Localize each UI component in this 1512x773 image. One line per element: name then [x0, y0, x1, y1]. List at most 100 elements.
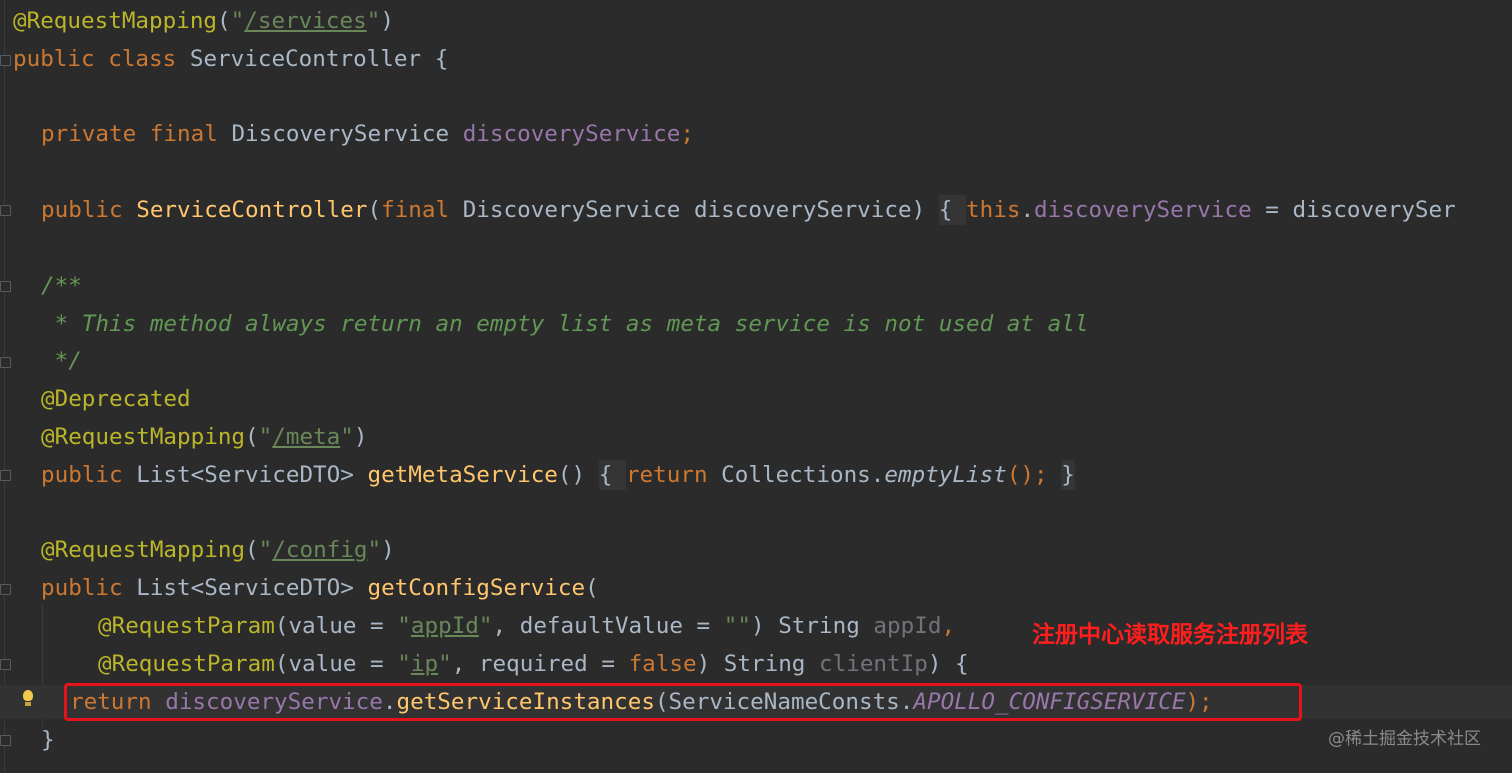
annotation-token: @RequestParam: [98, 613, 275, 639]
type-token: DiscoveryService: [231, 121, 463, 147]
string-quote: ": [230, 8, 245, 34]
code-line-4[interactable]: private final DiscoveryService discovery…: [41, 120, 694, 148]
string-quote: ": [397, 613, 411, 639]
method-name-token: getConfigService: [367, 575, 586, 601]
annotation-token: @Deprecated: [41, 386, 191, 412]
doc-comment-close: */: [41, 347, 82, 375]
string-token: "": [723, 613, 751, 639]
code-line-17[interactable]: @RequestParam(value = "appId", defaultVa…: [98, 612, 955, 640]
paren-token: ): [353, 424, 368, 450]
param-token: DiscoveryService discoveryService): [462, 197, 939, 223]
comment-text: */: [41, 348, 82, 374]
code-line-18[interactable]: @RequestParam(value = "ip", required = f…: [98, 650, 969, 678]
paren-token: (: [367, 197, 382, 223]
url-path-link[interactable]: /config: [272, 537, 367, 563]
fold-icon[interactable]: [0, 584, 11, 595]
bulb-glass: [23, 690, 33, 701]
url-path-link[interactable]: /services: [244, 8, 366, 34]
string-link[interactable]: appId: [411, 613, 479, 639]
doc-comment-body: * This method always return an empty lis…: [41, 310, 1089, 338]
fold-icon[interactable]: [0, 659, 11, 670]
paren-token: (: [245, 424, 259, 450]
type-token: ) String: [696, 651, 820, 677]
annotation-token: @RequestMapping: [13, 8, 218, 34]
comma-token: ,: [941, 613, 956, 639]
code-line-20[interactable]: }: [41, 726, 55, 754]
this-keyword-token: this: [966, 197, 1021, 223]
constructor-name-token: ServiceController: [136, 197, 368, 223]
unused-param-token: appId: [873, 613, 942, 639]
paren-token: (: [585, 575, 599, 601]
string-quote: ": [340, 424, 354, 450]
code-line-16[interactable]: public List<ServiceDTO> getConfigService…: [41, 574, 599, 602]
folded-brace[interactable]: {: [938, 195, 967, 225]
paren-token: ): [381, 537, 395, 563]
keyword-token: return: [625, 462, 722, 488]
fold-icon[interactable]: [0, 470, 11, 481]
param-token: (value =: [274, 613, 398, 639]
string-link[interactable]: ip: [411, 651, 438, 677]
keyword-token: public: [41, 462, 137, 488]
folded-brace[interactable]: }: [1061, 460, 1075, 490]
string-quote: ": [366, 8, 381, 34]
string-quote: ": [258, 424, 273, 450]
type-token: ) String: [750, 613, 874, 639]
fold-icon[interactable]: [0, 205, 11, 216]
code-line-6[interactable]: public ServiceController(final Discovery…: [41, 195, 1456, 225]
string-quote: ": [478, 613, 493, 639]
code-editor[interactable]: @RequestMapping("/services") public clas…: [0, 0, 1512, 773]
code-line-1[interactable]: @RequestMapping("/services"): [13, 7, 394, 35]
assignment-token: = discoverySer: [1251, 197, 1456, 223]
string-quote: ": [438, 651, 452, 677]
annotation-token: @RequestParam: [98, 651, 275, 677]
keyword-token: public class: [13, 46, 190, 72]
string-quote: ": [258, 537, 273, 563]
keyword-token: false: [628, 651, 697, 677]
annotation-token: @RequestMapping: [41, 537, 246, 563]
type-token: List<ServiceDTO>: [136, 462, 368, 488]
fold-icon[interactable]: [0, 735, 11, 746]
class-name-token: ServiceController {: [189, 46, 449, 72]
highlight-box: [64, 683, 1302, 721]
fold-icon[interactable]: [0, 357, 11, 368]
fold-icon[interactable]: [0, 281, 11, 292]
comment-text: /**: [41, 273, 82, 299]
keyword-token: final: [381, 197, 463, 223]
method-name-token: getMetaService: [367, 462, 558, 488]
field-token: discoveryService: [1034, 197, 1252, 223]
string-quote: ": [397, 651, 411, 677]
paren-token: (: [245, 537, 259, 563]
param-token: , defaultValue =: [492, 613, 724, 639]
url-path-link[interactable]: /meta: [272, 424, 340, 450]
param-token: (value =: [274, 651, 398, 677]
paren-token: (: [217, 8, 231, 34]
keyword-token: public: [41, 197, 137, 223]
unused-param-token: clientIp: [819, 651, 928, 677]
type-token: List<ServiceDTO>: [136, 575, 368, 601]
class-ref-token: Collections.: [721, 462, 885, 488]
paren-token: ): [380, 8, 394, 34]
intention-bulb-icon[interactable]: [21, 689, 35, 711]
static-method-token: emptyList: [884, 462, 1007, 488]
fold-icon[interactable]: [0, 55, 11, 66]
code-line-13[interactable]: public List<ServiceDTO> getMetaService ()…: [41, 460, 1075, 490]
keyword-token: public: [41, 575, 137, 601]
field-token: discoveryService: [462, 121, 681, 147]
brace-token: }: [41, 727, 55, 753]
code-line-2[interactable]: public class ServiceController {: [13, 45, 448, 73]
annotation-token: @RequestMapping: [41, 424, 246, 450]
code-line-11[interactable]: @Deprecated: [41, 385, 191, 413]
code-line-12[interactable]: @RequestMapping("/meta"): [41, 423, 368, 451]
dot-token: .: [1020, 197, 1035, 223]
paren-token: ();: [1006, 462, 1062, 488]
brace-token: ) {: [927, 651, 969, 677]
code-line-15[interactable]: @RequestMapping("/config"): [41, 536, 395, 564]
string-quote: ": [367, 537, 382, 563]
bulb-base: [25, 702, 31, 706]
comment-text: * This method always return an empty lis…: [41, 311, 1089, 337]
doc-comment-open: /**: [41, 272, 82, 300]
gutter: [4, 0, 5, 773]
keyword-token: private final: [41, 121, 232, 147]
folded-brace[interactable]: {: [598, 460, 626, 490]
watermark: @稀土掘金技术社区: [1328, 729, 1481, 749]
